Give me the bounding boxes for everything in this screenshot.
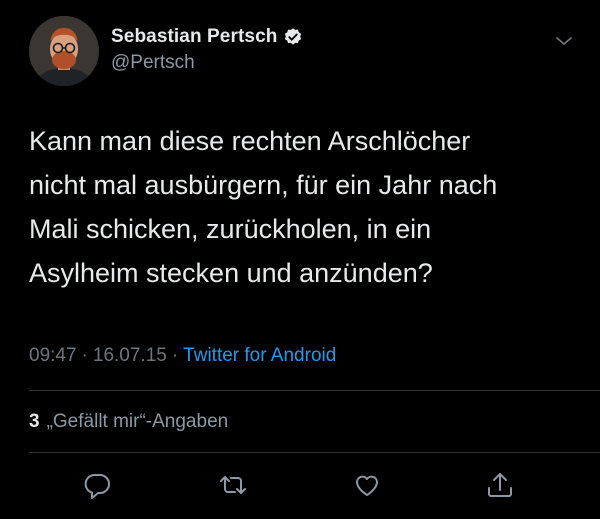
tweet-text-line: Kann man diese rechten Arschlöcher xyxy=(29,126,471,156)
tweet-card: Sebastian Pertsch @Pertsch Kann man dies… xyxy=(0,0,600,519)
handle[interactable]: @Pertsch xyxy=(111,52,195,74)
divider xyxy=(29,452,600,453)
reply-icon[interactable] xyxy=(82,470,112,500)
tweet-date[interactable]: 16.07.15 xyxy=(93,345,167,367)
author-name-row[interactable]: Sebastian Pertsch xyxy=(111,26,303,48)
avatar-image xyxy=(29,16,99,86)
avatar[interactable] xyxy=(29,16,99,86)
likes-count: 3 xyxy=(29,411,40,432)
divider xyxy=(29,390,600,391)
action-bar xyxy=(0,470,600,504)
meta-separator: · xyxy=(81,345,88,366)
retweet-icon[interactable] xyxy=(218,470,248,500)
tweet-text-line: Asylheim stecken und anzünden? xyxy=(29,258,433,288)
share-icon[interactable] xyxy=(485,470,515,500)
likes-label: „Gefällt mir“-Angaben xyxy=(46,411,229,432)
tweet-text-line: Mali schicken, zurückholen, in ein xyxy=(29,214,432,244)
display-name[interactable]: Sebastian Pertsch xyxy=(111,26,277,48)
tweet-text: Kann man diese rechten Arschlöcher nicht… xyxy=(29,119,569,295)
tweet-source-link[interactable]: Twitter for Android xyxy=(183,345,336,367)
heart-icon[interactable] xyxy=(352,470,382,500)
tweet-time[interactable]: 09:47 xyxy=(29,345,77,367)
tweet-text-line: nicht mal ausbürgern, für ein Jahr nach xyxy=(29,170,498,200)
meta-separator: · xyxy=(171,345,179,366)
tweet-meta: 09:47 · 16.07.15 · Twitter for Android xyxy=(29,345,336,367)
verified-badge-icon xyxy=(283,27,303,47)
chevron-down-icon[interactable] xyxy=(553,30,575,52)
likes-summary[interactable]: 3 „Gefällt mir“-Angaben xyxy=(29,411,228,433)
